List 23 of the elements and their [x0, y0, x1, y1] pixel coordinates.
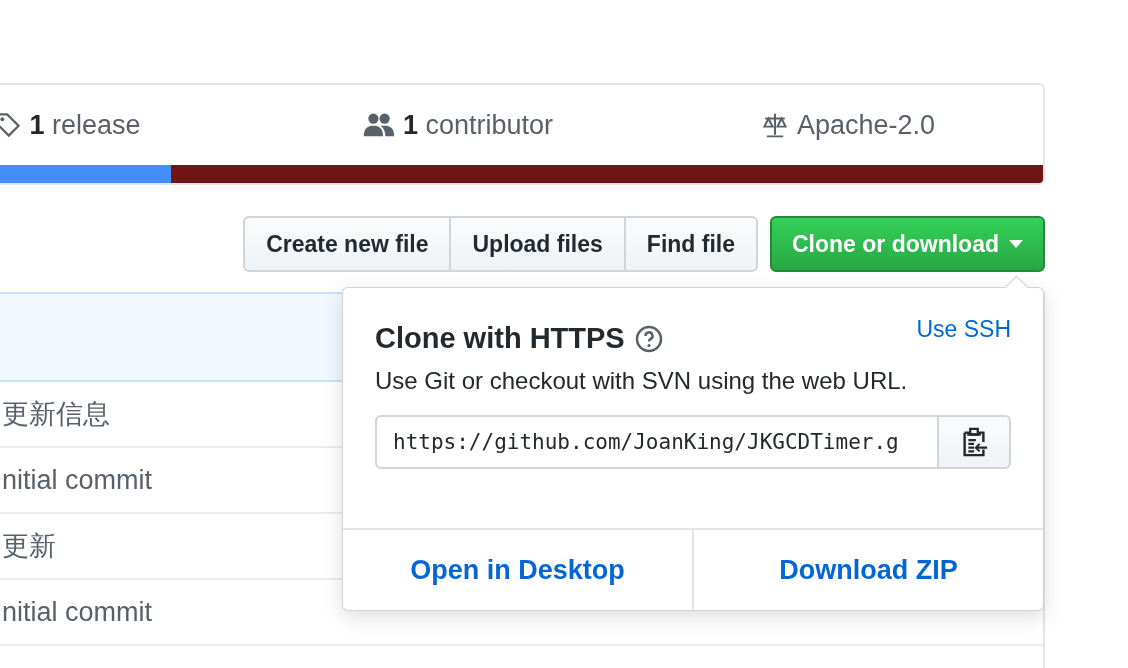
- popover-action-link[interactable]: Download ZIP: [692, 530, 1043, 610]
- commit-message[interactable]: nitial commit: [2, 464, 153, 496]
- file-action-button[interactable]: Find file: [623, 216, 758, 272]
- popover-action-link[interactable]: Open in Desktop: [343, 530, 692, 610]
- file-action-button[interactable]: Upload files: [449, 216, 626, 272]
- help-icon[interactable]: [634, 324, 663, 353]
- commit-message[interactable]: 更新: [2, 528, 56, 564]
- commit-message[interactable]: nitial commit: [2, 596, 153, 628]
- stat-link[interactable]: 1 contributor: [402, 109, 554, 141]
- use-ssh-link[interactable]: Use SSH: [916, 316, 1011, 343]
- url-field[interactable]: https://github.com/JoanKing/JKGCDTimer.g: [375, 415, 940, 469]
- popover-description: Use Git or checkout with SVN using the web URL.: [375, 367, 909, 395]
- stat-link[interactable]: Apache-2.0: [796, 109, 936, 141]
- file-action-button[interactable]: Create new file: [243, 216, 452, 272]
- scale-icon: [760, 112, 789, 138]
- stat-link[interactable]: 1 release: [29, 109, 141, 141]
- copy-button[interactable]: [939, 415, 1011, 469]
- commit-message[interactable]: 更新信息: [2, 396, 110, 432]
- people-icon: [362, 112, 395, 138]
- caret-icon: [1009, 240, 1023, 248]
- clipboard-icon: [960, 427, 989, 457]
- tag-icon: [0, 112, 22, 138]
- popover-title: Clone with HTTPS: [375, 322, 625, 355]
